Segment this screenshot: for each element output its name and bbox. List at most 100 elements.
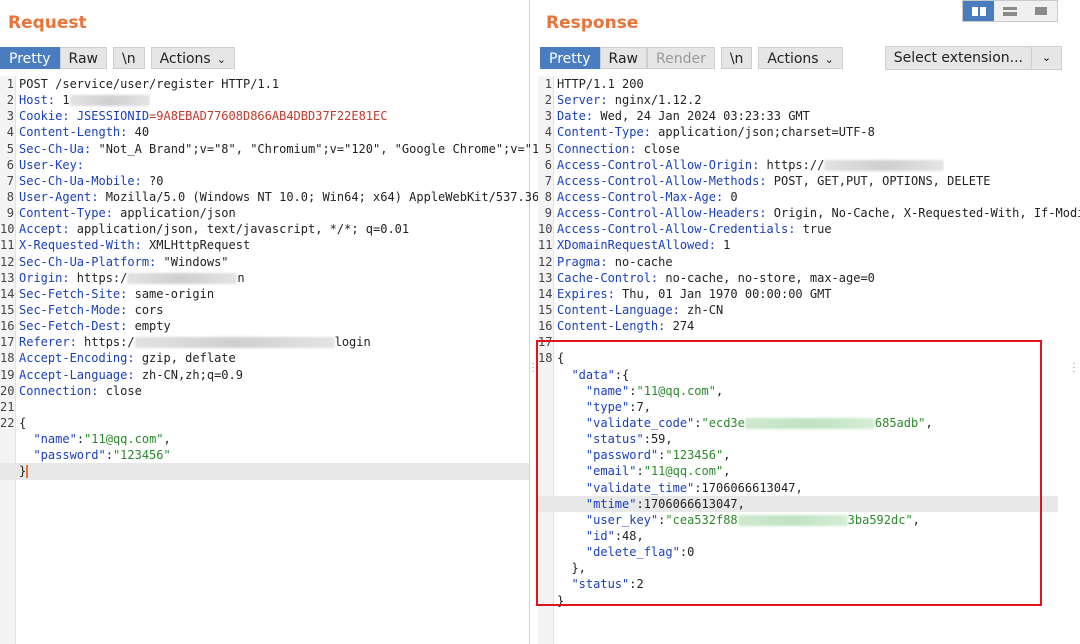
header-value: true [795, 222, 832, 237]
code-line: 8 User-Agent: Mozilla/5.0 (Windows NT 10.… [0, 189, 554, 205]
layout-toggle[interactable] [962, 0, 1058, 22]
redacted-blur [824, 159, 945, 171]
code-line: } [538, 593, 1080, 609]
code-line: "status":59, [538, 431, 1080, 447]
code-text: "validate_time":1706066613047, [557, 480, 803, 496]
layout-stacked-icon[interactable] [994, 1, 1026, 21]
token: , [665, 432, 673, 447]
code-text: Accept: application/json, text/javascrip… [19, 221, 409, 237]
request-editor[interactable]: 1 POST /service/user/register HTTP/1.1 2 Ho… [0, 76, 554, 480]
cookie-value: =9A8EBAD77608D866AB4DBD37F22E81EC [149, 109, 388, 124]
code-text: Sec-Fetch-Mode: cors [19, 302, 164, 318]
code-text: Sec-Fetch-Site: same-origin [19, 286, 214, 302]
json-value: 7 [636, 399, 644, 414]
code-line: 8 Access-Control-Max-Age: 0 [538, 189, 1080, 205]
code-text: XDomainRequestAllowed: 1 [557, 237, 730, 253]
json-key: "delete_flag" [585, 545, 680, 560]
request-actions-label: Actions [159, 51, 211, 67]
code-text: Sec-Ch-Ua-Platform: "Windows" [19, 254, 229, 270]
request-newline-toggle[interactable]: \n [112, 47, 145, 69]
header-key: User-Agent: [19, 189, 99, 204]
header-key: Sec-Ch-Ua-Mobile: [19, 173, 142, 188]
token: , [737, 496, 745, 511]
code-text: Accept-Encoding: gzip, deflate [19, 350, 236, 366]
response-editor[interactable]: 1 HTTP/1.1 200 2 Server: nginx/1.12.2 3 Date:… [538, 76, 1080, 609]
text-cursor [26, 465, 29, 479]
cookie-name: JSESSIONID [76, 109, 150, 124]
header-value: same-origin [127, 286, 215, 301]
header-value: 274 [665, 319, 695, 334]
json-value: "123456" [665, 448, 724, 463]
header-key: Referer: [19, 335, 77, 350]
token: , [163, 432, 171, 447]
line-number [538, 431, 557, 447]
select-extension-dropdown[interactable]: Select extension... ⌄ [884, 46, 1062, 70]
header-key: Sec-Fetch-Site: [19, 286, 128, 301]
line-number [538, 560, 557, 576]
line-number [538, 415, 557, 431]
code-line: 14 Sec-Fetch-Site: same-origin [0, 286, 554, 302]
code-text: "name":"11@qq.com", [19, 431, 171, 447]
code-line: 16 Content-Length: 274 [538, 318, 1080, 334]
code-line: "user_key":"cea532f88 3ba592dc", [538, 512, 1080, 528]
json-key: "status" [571, 577, 630, 592]
token: : [636, 464, 644, 479]
code-line: } [0, 463, 529, 480]
code-text: Content-Language: zh-CN [557, 302, 723, 318]
code-line: 14 Expires: Thu, 01 Jan 1970 00:00:00 GMT [538, 286, 1080, 302]
header-value: 1 [55, 93, 70, 108]
token: n [237, 270, 245, 285]
response-tab-raw[interactable]: Raw [599, 47, 647, 69]
header-value: empty [127, 319, 171, 334]
header-key: Content-Type: [557, 125, 651, 140]
code-line: 4 Content-Length: 40 [0, 124, 554, 140]
response-tab-pretty[interactable]: Pretty [540, 47, 600, 69]
code-text: Content-Type: application/json [19, 205, 236, 221]
header-key: XDomainRequestAllowed: [557, 238, 716, 253]
json-value: "cea532f88 [665, 512, 738, 527]
request-actions-button[interactable]: Actions ⌄ [150, 47, 235, 69]
code-line: 12 Pragma: no-cache [538, 254, 1080, 270]
line-number [0, 447, 19, 463]
code-text: "name":"11@qq.com", [557, 383, 723, 399]
line-number: 15 [0, 302, 15, 317]
token: , [723, 448, 731, 463]
json-value: 1706066613047 [643, 496, 738, 511]
code-text: Sec-Ch-Ua: "Not_A Brand";v="8", "Chromiu… [19, 141, 554, 157]
request-tab-raw[interactable]: Raw [59, 47, 107, 69]
json-key: "user_key" [585, 512, 659, 527]
code-line: 18 { [538, 350, 1080, 366]
request-tab-pretty[interactable]: Pretty [0, 47, 60, 69]
layout-tabs-icon[interactable] [1025, 1, 1057, 21]
response-newline-toggle[interactable]: \n [720, 47, 753, 69]
header-value: 0 [723, 189, 738, 204]
line-number: 4 [544, 125, 552, 140]
code-line: 13 Cache-Control: no-cache, no-store, max… [538, 270, 1080, 286]
code-text: Sec-Ch-Ua-Mobile: ?0 [19, 173, 164, 189]
code-line: 17 [538, 334, 1080, 350]
token: , [636, 528, 644, 543]
layout-side-by-side-icon[interactable] [963, 1, 995, 21]
code-text: Referer: https:/ login [19, 334, 371, 350]
line-number [538, 576, 557, 592]
code-text: Cache-Control: no-cache, no-store, max-a… [557, 270, 875, 286]
line-number: 12 [0, 254, 15, 269]
token: : [629, 383, 637, 398]
code-text: Date: Wed, 24 Jan 2024 03:23:33 GMT [557, 108, 810, 124]
header-key: User-Key: [19, 157, 85, 172]
code-line: 11 XDomainRequestAllowed: 1 [538, 237, 1080, 253]
chevron-down-icon: ⌄ [824, 53, 834, 66]
scrollbar-handle[interactable]: · · · [1071, 359, 1077, 377]
chevron-down-icon[interactable]: ⌄ [1032, 46, 1062, 70]
response-actions-button[interactable]: Actions ⌄ [758, 47, 843, 69]
code-text: HTTP/1.1 200 [557, 76, 644, 92]
code-line: 22 { [0, 415, 554, 431]
header-value: close [636, 141, 680, 156]
pane-resize-handle[interactable]: · · · [530, 359, 536, 377]
